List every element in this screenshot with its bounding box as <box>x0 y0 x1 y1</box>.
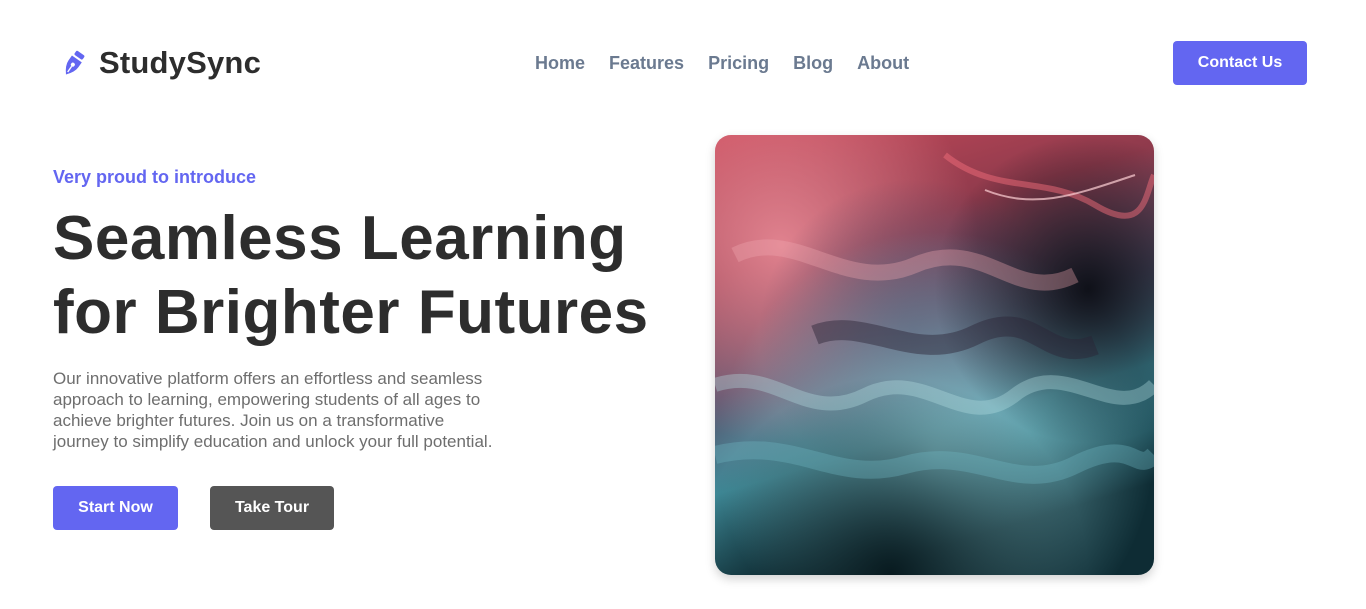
hero-title-line-1: Seamless Learning <box>53 204 627 273</box>
nav-features[interactable]: Features <box>609 53 684 74</box>
site-header: StudySync Home Features Pricing Blog Abo… <box>0 0 1366 125</box>
brand-logo[interactable]: StudySync <box>57 44 261 82</box>
nav-pricing[interactable]: Pricing <box>708 53 769 74</box>
hero-image <box>715 135 1154 575</box>
hero-title-line-2: for Brighter Futures <box>53 278 649 347</box>
hero-description: Our innovative platform offers an effort… <box>53 368 553 452</box>
brand-name: StudySync <box>99 45 262 80</box>
main-nav: Home Features Pricing Blog About <box>535 51 909 75</box>
hero-description-line: journey to simplify education and unlock… <box>53 432 493 451</box>
contact-us-button[interactable]: Contact Us <box>1173 41 1307 85</box>
nav-home[interactable]: Home <box>535 53 585 74</box>
hero-description-line: approach to learning, empowering student… <box>53 390 481 409</box>
hero-title: Seamless Learning for Brighter Futures <box>53 202 673 350</box>
abstract-fluid-art <box>715 135 1154 575</box>
nav-about[interactable]: About <box>857 53 909 74</box>
hero-actions: Start Now Take Tour <box>53 486 334 530</box>
hero-description-line: achieve brighter futures. Join us on a t… <box>53 411 445 430</box>
hero-eyebrow: Very proud to introduce <box>53 167 257 187</box>
take-tour-button[interactable]: Take Tour <box>210 486 334 530</box>
hero-content: Very proud to introduce Seamless Learnin… <box>53 160 673 452</box>
nav-blog[interactable]: Blog <box>793 53 833 74</box>
hero-description-line: Our innovative platform offers an effort… <box>53 369 483 388</box>
pen-nib-icon <box>65 50 85 75</box>
start-now-button[interactable]: Start Now <box>53 486 178 530</box>
